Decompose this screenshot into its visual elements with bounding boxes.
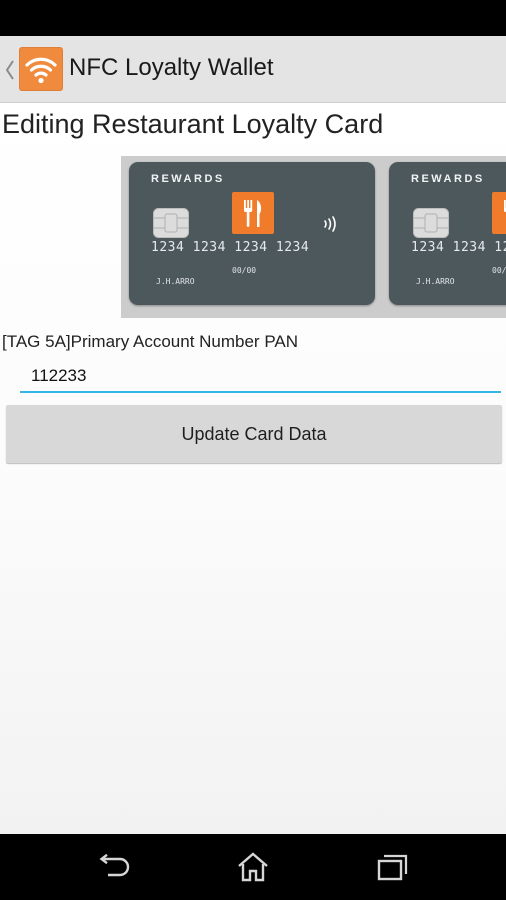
update-card-data-button[interactable]: Update Card Data [6,405,502,463]
card-expiry: 00/00 [232,266,257,275]
pan-field-label: [TAG 5A]Primary Account Number PAN [2,332,299,351]
card-brand-label: REWARDS [411,173,485,185]
card-number: 1234 1234 1234 1234 [411,240,506,255]
main-content: Editing Restaurant Loyalty Card REWARDS [0,103,506,834]
recent-apps-button[interactable] [373,847,413,887]
action-bar: NFC Loyalty Wallet [0,36,506,103]
card-brand-label: REWARDS [151,173,225,185]
contactless-icon [324,216,336,232]
back-icon [99,854,130,877]
home-button[interactable] [233,847,273,887]
nfc-wifi-icon[interactable] [19,47,63,91]
fork-knife-icon [232,192,274,234]
page-title: Editing Restaurant Loyalty Card [2,109,384,139]
app-title: NFC Loyalty Wallet [69,54,274,81]
chip-icon [413,208,449,238]
fork-knife-icon [492,192,506,234]
card-frame[interactable]: REWARDS [121,156,382,318]
card-holder: J.H.ARRO [416,277,455,286]
home-icon [238,852,268,882]
card-number: 1234 1234 1234 1234 [151,240,310,255]
card-expiry: 00/00 [492,266,506,275]
recent-apps-icon [377,854,408,881]
chevron-left-icon[interactable] [4,58,16,82]
card-holder: J.H.ARRO [156,277,195,286]
back-button[interactable] [94,847,134,887]
card-gallery[interactable]: REWARDS 1234 1234 1234 1234 00/00 J.H.AR… [121,156,506,318]
status-bar [0,0,506,36]
loyalty-card[interactable]: REWARDS [389,162,506,305]
chip-icon [153,208,189,238]
loyalty-card[interactable]: REWARDS [129,162,375,305]
pan-input[interactable] [20,361,501,393]
navigation-bar [0,834,506,900]
card-frame[interactable]: REWARDS [381,156,506,318]
